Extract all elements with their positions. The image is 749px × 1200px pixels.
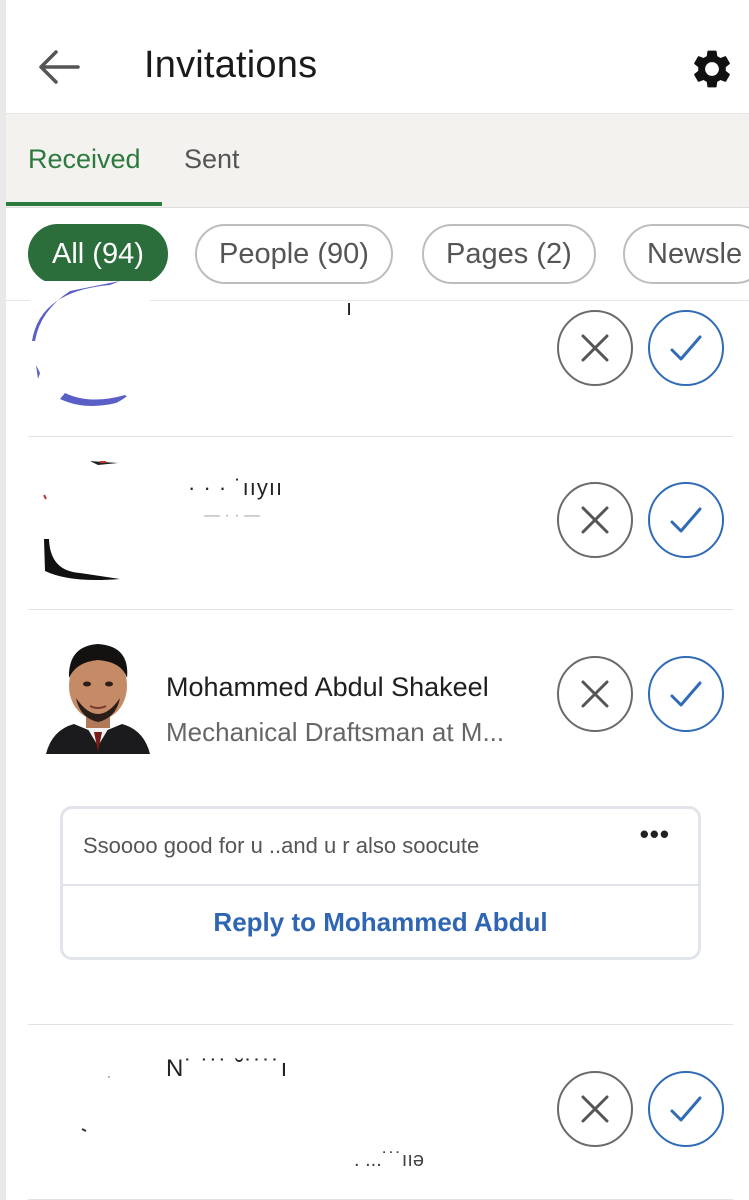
tab-received[interactable]: Received	[28, 144, 141, 175]
redacted-avatar-image	[32, 281, 130, 406]
avatar[interactable]	[68, 1055, 158, 1165]
close-icon	[581, 1095, 609, 1123]
tab-bar: Received Sent	[6, 114, 749, 208]
redacted-headline-fragment: — · · —	[204, 507, 260, 524]
avatar[interactable]	[30, 281, 150, 409]
invitation-row: N˙ ˙˙˙ ˘˙˙˙˙ı . ...˙˙˙ııə	[28, 1025, 733, 1200]
invitation-headline: Mechanical Draftsman at M...	[166, 717, 505, 747]
close-icon	[581, 680, 609, 708]
invitation-row: ı	[28, 281, 733, 437]
checkmark-icon	[670, 507, 702, 533]
filter-chip-all[interactable]: All (94)	[28, 224, 168, 284]
reply-button[interactable]: Reply to Mohammed Abdul	[63, 887, 698, 957]
checkmark-icon	[670, 335, 702, 361]
filter-chip-newsletters[interactable]: Newsle	[623, 224, 749, 284]
tab-sent[interactable]: Sent	[184, 144, 240, 175]
checkmark-icon	[670, 1096, 702, 1122]
filter-chip-people[interactable]: People (90)	[195, 224, 393, 284]
gear-icon	[694, 50, 730, 88]
profile-photo	[46, 634, 150, 754]
ignore-button[interactable]	[557, 482, 633, 558]
arrow-left-icon	[39, 50, 80, 84]
accept-button[interactable]	[648, 482, 724, 558]
close-icon	[581, 334, 609, 362]
redacted-headline-fragment: . ...˙˙˙ııə	[354, 1149, 424, 1171]
redacted-name-fragment: N˙ ˙˙˙ ˘˙˙˙˙ı	[166, 1055, 289, 1082]
more-horizontal-icon[interactable]: •••	[640, 819, 670, 850]
accept-button[interactable]	[648, 310, 724, 386]
ignore-button[interactable]	[557, 656, 633, 732]
invitation-name[interactable]: Mohammed Abdul Shakeel	[166, 672, 489, 703]
invitation-row: · · · ˙ııyıı — · · —	[28, 437, 733, 610]
ignore-button[interactable]	[557, 310, 633, 386]
filter-chip-pages[interactable]: Pages (2)	[422, 224, 596, 284]
divider	[63, 884, 698, 886]
redacted-name-fragment: ı	[346, 295, 353, 320]
ignore-button[interactable]	[557, 1071, 633, 1147]
settings-button[interactable]	[689, 46, 735, 92]
page-title: Invitations	[144, 44, 318, 86]
redacted-name-fragment: · · · ˙ııyıı	[188, 475, 284, 500]
redacted-avatar-image	[81, 1076, 110, 1132]
back-button[interactable]	[34, 44, 84, 90]
invitation-message-card: Ssoooo good for u ..and u r also soocute…	[60, 806, 701, 960]
top-app-bar: Invitations	[6, 0, 749, 114]
checkmark-icon	[670, 681, 702, 707]
accept-button[interactable]	[648, 656, 724, 732]
active-tab-indicator	[6, 202, 162, 206]
close-icon	[581, 506, 609, 534]
avatar[interactable]	[46, 634, 150, 754]
accept-button[interactable]	[648, 1071, 724, 1147]
redacted-avatar-image	[43, 461, 120, 580]
avatar[interactable]	[40, 459, 150, 581]
invitation-message-text: Ssoooo good for u ..and u r also soocute	[83, 833, 480, 858]
